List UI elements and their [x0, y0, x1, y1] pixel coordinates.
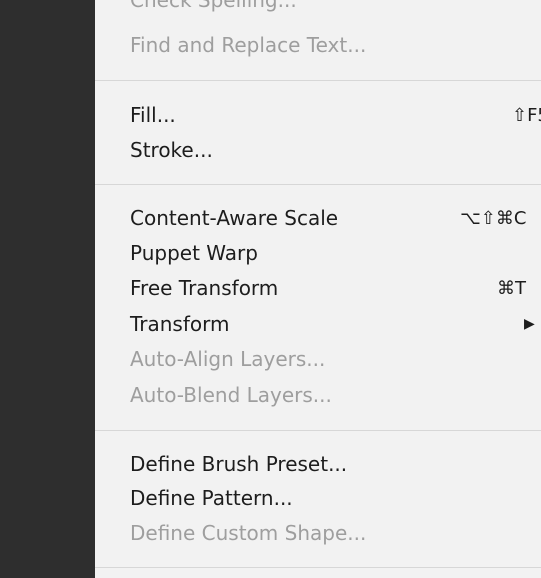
menu-item-label: Find and Replace Text...: [130, 33, 367, 57]
menu-item-shortcut: ⇧F5: [512, 105, 541, 126]
menu-separator: [95, 184, 541, 185]
menu-item-shortcut: ⌥⇧⌘C: [460, 208, 527, 229]
menu-separator: [95, 430, 541, 431]
submenu-arrow-icon: ▶: [524, 316, 535, 332]
menu-item-label: Check Spelling...: [130, 0, 297, 12]
background-panel: [0, 0, 95, 578]
menu-separator: [95, 80, 541, 81]
menu-item-label: Transform: [130, 312, 230, 336]
menu-item-define-custom-shape[interactable]: Define Custom Shape...: [130, 519, 541, 548]
menu-item-label: Define Pattern...: [130, 486, 293, 510]
menu-item-label: Free Transform: [130, 276, 279, 300]
menu-item-label: Fill...: [130, 103, 176, 127]
menu-separator: [95, 567, 541, 568]
menu-item-puppet-warp[interactable]: Puppet Warp: [130, 239, 541, 268]
menu-item-content-aware-scale[interactable]: Content-Aware Scale ⌥⇧⌘C: [130, 204, 541, 233]
menu-item-find-and-replace-text[interactable]: Find and Replace Text...: [130, 31, 541, 60]
edit-menu: Check Spelling... Find and Replace Text.…: [95, 0, 541, 578]
menu-item-transform[interactable]: Transform ▶: [130, 310, 541, 339]
menu-item-label: Content-Aware Scale: [130, 206, 339, 230]
menu-item-fill[interactable]: Fill... ⇧F5: [130, 101, 541, 130]
menu-item-label: Puppet Warp: [130, 241, 258, 265]
menu-item-shortcut: ⌘T: [497, 278, 526, 299]
menu-item-define-pattern[interactable]: Define Pattern...: [130, 484, 541, 513]
menu-item-label: Auto-Align Layers...: [130, 347, 326, 371]
menu-item-label: Auto-Blend Layers...: [130, 383, 332, 407]
menu-item-check-spelling[interactable]: Check Spelling...: [130, 0, 541, 15]
menu-item-define-brush-preset[interactable]: Define Brush Preset...: [130, 450, 541, 479]
menu-item-label: Define Brush Preset...: [130, 452, 348, 476]
menu-item-free-transform[interactable]: Free Transform ⌘T: [130, 274, 541, 303]
menu-item-stroke[interactable]: Stroke...: [130, 136, 541, 165]
menu-item-auto-blend-layers[interactable]: Auto-Blend Layers...: [130, 381, 541, 410]
menu-item-label: Define Custom Shape...: [130, 521, 367, 545]
menu-item-label: Stroke...: [130, 138, 213, 162]
menu-item-auto-align-layers[interactable]: Auto-Align Layers...: [130, 345, 541, 374]
